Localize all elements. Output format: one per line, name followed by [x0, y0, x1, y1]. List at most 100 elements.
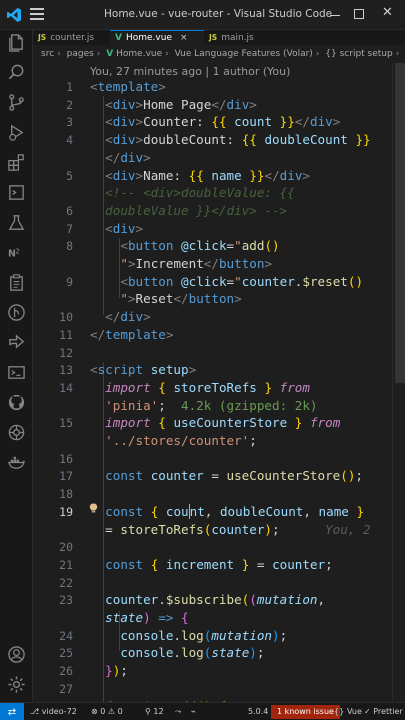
activity-bar: N2	[0, 30, 33, 702]
tab-label: counter.js	[50, 33, 95, 43]
remote-indicator-icon[interactable]: ⇄	[0, 703, 24, 720]
brackets-status[interactable]: {}	[334, 707, 344, 717]
search-icon[interactable]	[7, 63, 26, 82]
close-window-button[interactable]: ✕	[382, 5, 393, 20]
testing-icon[interactable]	[7, 213, 26, 232]
git-blame-annotation: You, 2	[325, 521, 371, 537]
line-number: 4	[66, 133, 73, 148]
code-line: import { storeToRefs } from	[105, 379, 310, 395]
line-number: 21	[59, 557, 73, 572]
line-number: 11	[59, 327, 73, 342]
breadcrumb-item[interactable]: pages	[67, 49, 94, 59]
known-issue-badge[interactable]: 1 known issue	[271, 705, 340, 719]
git-graph-icon[interactable]	[7, 303, 26, 322]
code-line: </template>	[90, 326, 174, 342]
tab-home-vue[interactable]: V Home.vue ×	[110, 30, 204, 45]
terminal-icon[interactable]	[7, 363, 26, 382]
line-number: 27	[59, 681, 73, 696]
line-number: 2	[66, 97, 73, 112]
window-title: Home.vue - vue-router - Visual Studio Co…	[104, 8, 333, 20]
line-number: 24	[59, 628, 73, 643]
code-comment: <!-- <div>doubleValue: {{	[105, 185, 295, 201]
line-number: 14	[59, 380, 73, 395]
code-line: state) => {	[105, 610, 189, 625]
line-number: 5	[66, 168, 73, 183]
branch-status[interactable]: ⎇ video-72	[30, 707, 77, 717]
bell-status-icon[interactable]: ⌁	[191, 707, 196, 717]
title-bar: Home.vue - vue-router - Visual Studio Co…	[0, 0, 405, 30]
code-line-current: = storeToRefs(counter); You, 2	[90, 521, 371, 537]
line-number: 12	[59, 345, 73, 360]
github-icon[interactable]	[7, 393, 26, 412]
clipboard-icon[interactable]	[7, 273, 26, 292]
live-share-status-icon[interactable]: ⤳	[175, 707, 181, 717]
code-line: <div>Counter: {{ count }}</div>	[105, 114, 341, 130]
code-line: <template>	[90, 79, 166, 94]
line-number: 22	[59, 575, 73, 590]
code-editor[interactable]: You, 27 minutes ago | 1 author (You) 123…	[33, 63, 405, 702]
import-cost-hint: 4.2k (gzipped: 2k)	[181, 397, 318, 413]
code-line: </div>	[105, 149, 151, 165]
vue-file-icon: V	[115, 33, 122, 43]
line-number: 23	[59, 593, 73, 608]
code-line: console.log(state);	[120, 645, 265, 661]
extensions-icon[interactable]	[7, 153, 26, 172]
npm-icon[interactable]: N2	[7, 243, 26, 262]
maximize-button[interactable]	[354, 9, 364, 19]
tab-close-icon[interactable]: ×	[180, 33, 188, 43]
tab-counter-js[interactable]: JS counter.js	[33, 30, 110, 45]
language-mode-status[interactable]: Vue	[347, 707, 362, 717]
live-share-icon[interactable]	[7, 333, 26, 352]
code-line: });	[105, 663, 128, 679]
code-line: <div>	[105, 220, 144, 236]
editor-tabs: JS counter.js V Home.vue × JS main.js	[33, 30, 405, 45]
settings-gear-icon[interactable]	[7, 675, 26, 694]
scrollbar-thumb[interactable]	[395, 63, 405, 383]
minimize-button[interactable]	[328, 6, 342, 22]
code-line: <button @click="add()	[120, 238, 280, 254]
js-file-icon: JS	[38, 33, 47, 42]
breadcrumb-item[interactable]: {} script setup	[325, 49, 392, 59]
code-line: console.log(mutation);	[120, 627, 288, 643]
line-number: 16	[59, 451, 73, 466]
run-debug-icon[interactable]	[7, 123, 26, 142]
hamburger-menu-icon[interactable]	[30, 8, 44, 22]
code-line: const { increment } = counter;	[105, 556, 333, 572]
explorer-icon[interactable]	[7, 33, 26, 52]
tab-main-js[interactable]: JS main.js	[204, 30, 284, 45]
ports-status[interactable]: ⚲ 12	[145, 707, 164, 717]
breadcrumb-item[interactable]: Vue Language Features (Volar)	[175, 49, 313, 59]
code-line: <div>Name: {{ name }}</div>	[105, 167, 310, 183]
tab-label: Home.vue	[125, 33, 172, 43]
line-number: 13	[59, 363, 73, 378]
vue-version-status[interactable]: 5.0.4	[248, 707, 268, 717]
docker-icon[interactable]	[7, 453, 26, 472]
breadcrumb: src › pages › V Home.vue › Vue Language Fea…	[41, 49, 400, 59]
line-number: 19	[59, 504, 73, 519]
line-number: 9	[66, 274, 73, 289]
problems-status[interactable]: ⊗ 0 ⚠ 0	[91, 707, 123, 717]
code-line: <div>Home Page</div>	[105, 96, 257, 112]
vscode-logo-icon[interactable]	[6, 7, 22, 23]
prettier-status[interactable]: ✓ Prettier	[364, 707, 403, 717]
api-icon[interactable]	[7, 423, 26, 442]
codelens-author[interactable]: You, 27 minutes ago | 1 author (You)	[90, 65, 290, 78]
breadcrumb-item[interactable]: src	[41, 49, 54, 59]
code-line: <button @click="counter.$reset()	[120, 273, 364, 289]
account-icon[interactable]	[7, 645, 26, 664]
source-control-icon[interactable]	[7, 93, 26, 112]
line-number: 1	[66, 80, 73, 94]
line-number: 7	[66, 221, 73, 236]
lightbulb-icon[interactable]	[89, 503, 98, 514]
line-number: 25	[59, 646, 73, 661]
code-line: '../stores/counter';	[105, 433, 257, 448]
line-number: 10	[59, 310, 73, 325]
code-line: const counter = useCounterStore();	[105, 468, 364, 484]
line-number: 3	[66, 115, 73, 130]
vue-file-icon: V	[106, 49, 114, 59]
breadcrumb-item[interactable]: Home.vue	[116, 49, 162, 59]
code-line: 'pinia'; 4.2k (gzipped: 2k)	[105, 397, 318, 413]
line-number: 8	[66, 239, 73, 254]
remote-explorer-icon[interactable]	[7, 183, 26, 202]
editor-scrollbar[interactable]	[392, 63, 405, 702]
